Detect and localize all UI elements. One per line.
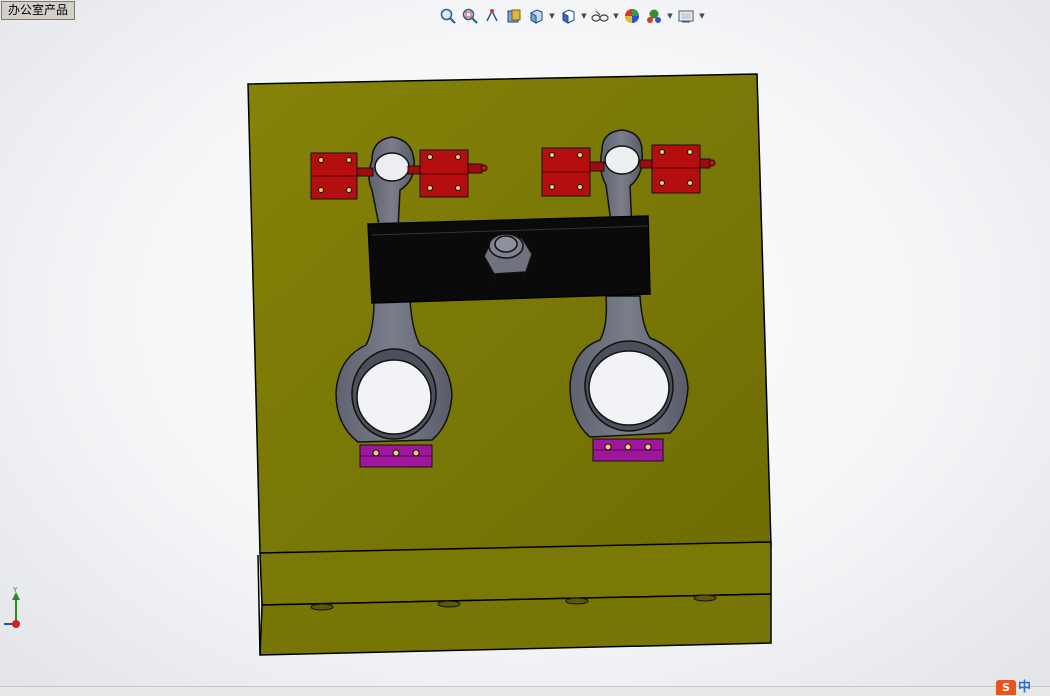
ime-indicator[interactable]: S 中	[996, 680, 1050, 695]
zoom-to-area-icon[interactable]	[460, 6, 480, 26]
display-style-dropdown-icon[interactable]: ▼	[580, 6, 588, 26]
reference-triad: Y	[4, 586, 34, 631]
graphics-viewport[interactable]	[0, 0, 1050, 695]
apply-scene-icon[interactable]	[644, 6, 664, 26]
ime-language-label: 中	[1018, 680, 1032, 695]
view-orientation-dropdown-icon[interactable]: ▼	[548, 6, 556, 26]
document-title-tab[interactable]: 办公室产品	[1, 1, 76, 20]
hide-show-dropdown-icon[interactable]: ▼	[612, 6, 620, 26]
triad-y-label: Y	[12, 586, 18, 594]
purple-clamp-left[interactable]	[359, 444, 433, 468]
purple-clamp-right[interactable]	[592, 438, 664, 462]
view-settings-icon[interactable]	[676, 6, 696, 26]
view-settings-dropdown-icon[interactable]: ▼	[698, 6, 706, 26]
edit-appearance-icon[interactable]	[622, 6, 642, 26]
section-view-icon[interactable]	[504, 6, 524, 26]
hide-show-items-icon[interactable]	[590, 6, 610, 26]
view-orientation-icon[interactable]	[526, 6, 546, 26]
apply-scene-dropdown-icon[interactable]: ▼	[666, 6, 674, 26]
ime-logo-icon: S	[996, 680, 1016, 695]
display-style-icon[interactable]	[558, 6, 578, 26]
bridge-clamp[interactable]	[367, 215, 651, 304]
previous-view-icon[interactable]	[482, 6, 502, 26]
heads-up-view-toolbar: ▼ ▼ ▼ ▼ ▼	[438, 5, 706, 27]
zoom-to-fit-icon[interactable]	[438, 6, 458, 26]
